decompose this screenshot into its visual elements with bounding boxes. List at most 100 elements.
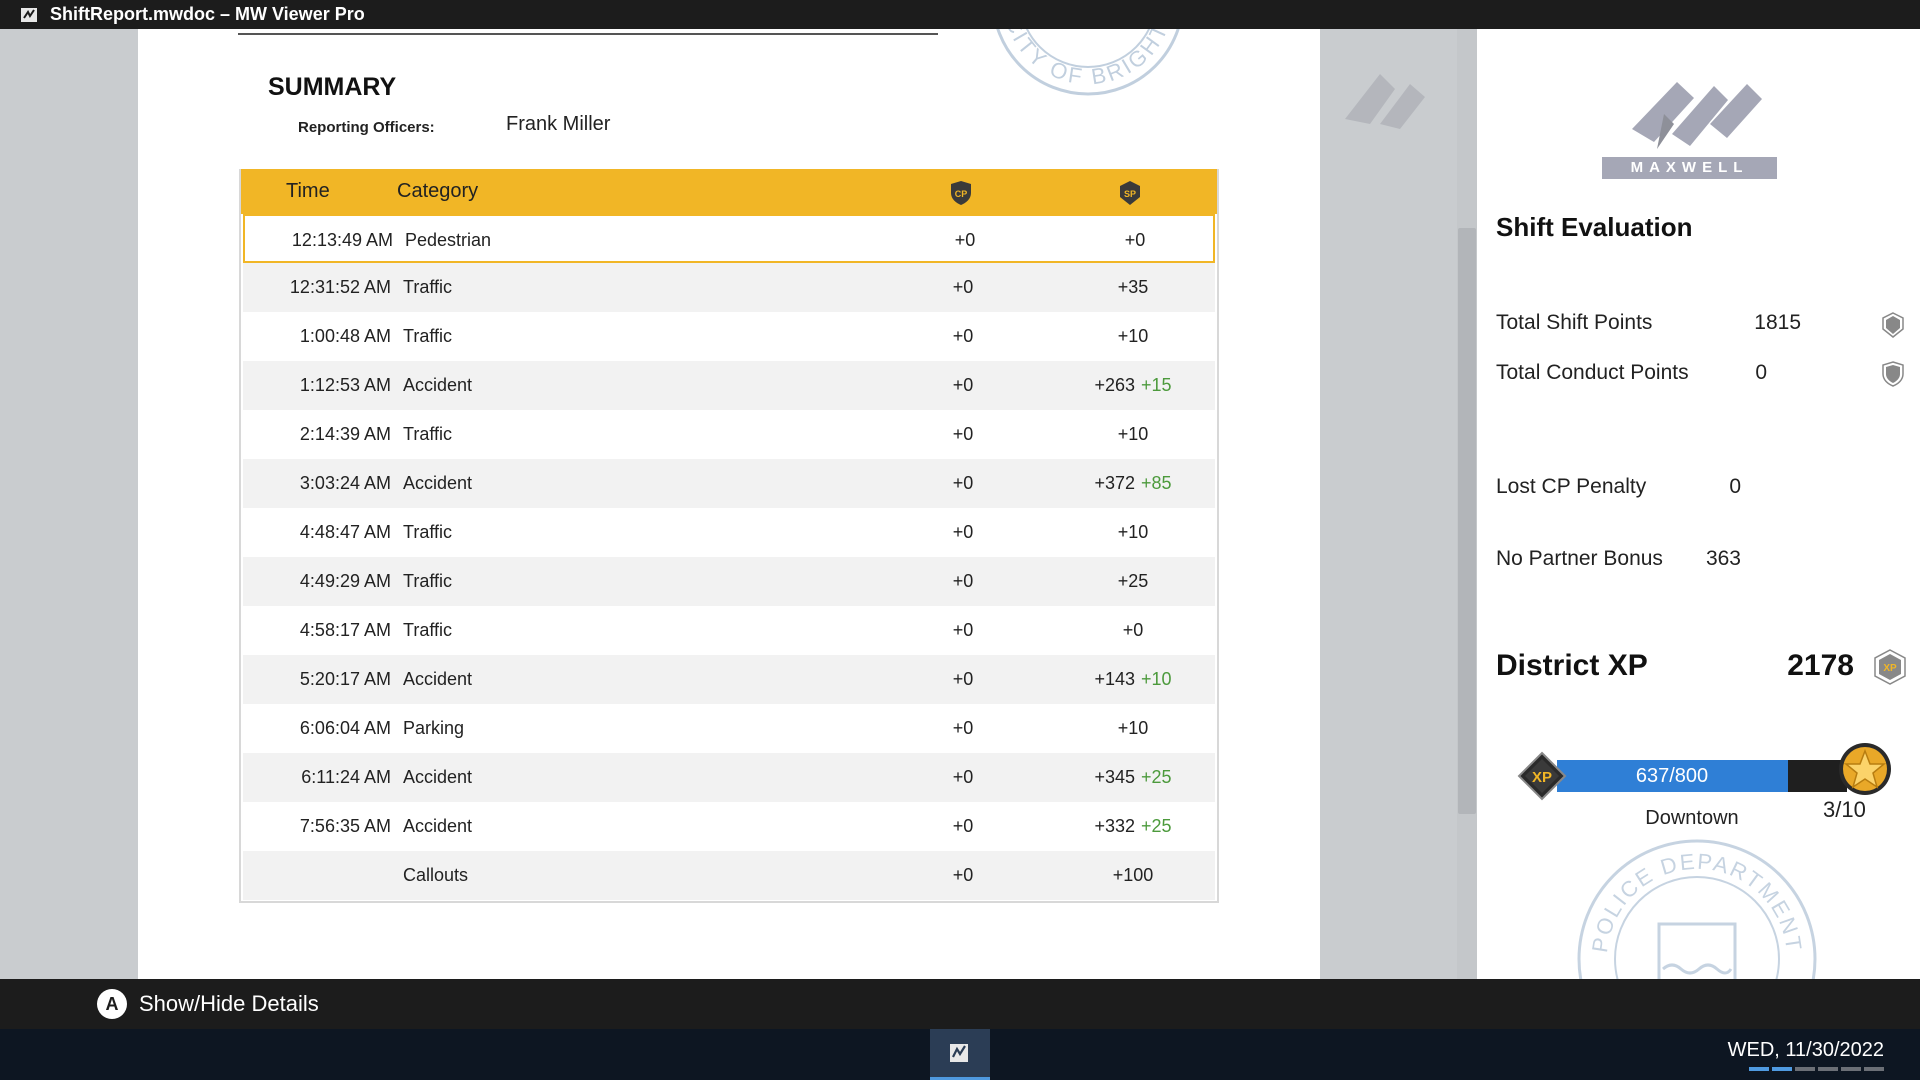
- row-sp: +10: [1073, 410, 1193, 459]
- row-sp-bonus: +85: [1141, 473, 1172, 493]
- row-sp: +263 +15: [1073, 361, 1193, 410]
- page-indicator-dot: [1749, 1067, 1769, 1071]
- row-sp-value: +35: [1117, 277, 1149, 297]
- table-row[interactable]: 4:49:29 AM Traffic +0 +25: [243, 557, 1215, 606]
- title-bar: ShiftReport.mwdoc – MW Viewer Pro: [0, 0, 1920, 29]
- svg-text:POLICE DEPARTMENT: POLICE DEPARTMENT: [1587, 849, 1807, 954]
- row-time: 6:11:24 AM: [301, 767, 391, 787]
- row-cp: +0: [952, 375, 974, 395]
- scrollbar-thumb[interactable]: [1458, 228, 1476, 814]
- row-time: 5:20:17 AM: [299, 669, 391, 689]
- row-sp: +0: [1073, 606, 1193, 655]
- row-cp: +0: [952, 571, 974, 591]
- row-category: Parking: [403, 718, 465, 738]
- table-row[interactable]: 1:12:53 AM Accident +0 +263 +15: [243, 361, 1215, 410]
- row-sp-value: +345: [1094, 767, 1135, 787]
- row-sp-value: +10: [1117, 424, 1149, 444]
- table-row[interactable]: 1:00:48 AM Traffic +0 +10: [243, 312, 1215, 361]
- xp-level-icon: XP: [1517, 751, 1567, 801]
- row-cp: +0: [952, 424, 974, 444]
- row-category: Traffic: [403, 571, 453, 591]
- row-sp-value: +263: [1094, 375, 1135, 395]
- row-sp-bonus: +25: [1141, 816, 1172, 836]
- svg-text:XP: XP: [1883, 663, 1897, 674]
- row-time: 12:13:49 AM: [291, 230, 393, 250]
- taskbar-app-mw-viewer[interactable]: [930, 1029, 990, 1080]
- row-sp-value: +10: [1117, 718, 1149, 738]
- table-row[interactable]: 2:14:39 AM Traffic +0 +10: [243, 410, 1215, 459]
- show-hide-details-button[interactable]: Show/Hide Details: [139, 991, 319, 1017]
- row-sp: +10: [1073, 704, 1193, 753]
- row-sp: +0: [1075, 216, 1195, 265]
- lost-cp-penalty-value: 0: [1729, 475, 1741, 498]
- row-time: 4:49:29 AM: [299, 571, 391, 591]
- left-margin: [0, 29, 138, 979]
- row-sp-value: +10: [1117, 522, 1149, 542]
- row-time: 2:14:39 AM: [299, 424, 391, 444]
- row-time: 4:48:47 AM: [299, 522, 391, 542]
- row-sp-value: +100: [1112, 865, 1154, 885]
- row-time: 3:03:24 AM: [299, 473, 391, 493]
- row-category: Accident: [403, 767, 473, 787]
- row-category: Traffic: [403, 620, 453, 640]
- table-row[interactable]: 12:31:52 AM Traffic +0 +35: [243, 263, 1215, 312]
- no-partner-bonus-label: No Partner Bonus: [1496, 547, 1663, 570]
- svg-text:SP: SP: [1124, 189, 1136, 199]
- row-sp-value: +332: [1094, 816, 1135, 836]
- table-row[interactable]: 12:13:49 AM Pedestrian +0 +0: [243, 214, 1215, 263]
- sp-shield-icon: SP: [1120, 181, 1140, 205]
- district-xp-value: 2178: [1787, 649, 1854, 682]
- row-sp: +25: [1073, 557, 1193, 606]
- total-shift-points-value: 1815: [1754, 311, 1801, 334]
- row-cp: +0: [952, 718, 974, 738]
- table-row[interactable]: 6:11:24 AM Accident +0 +345 +25: [243, 753, 1215, 802]
- row-sp-value: +372: [1094, 473, 1135, 493]
- svg-text:CP: CP: [955, 189, 968, 199]
- row-category: Accident: [403, 473, 473, 493]
- document-page: CITY OF BRIGHTON SUMMARY Reporting Offic…: [138, 29, 1320, 979]
- total-shift-points-label: Total Shift Points: [1496, 311, 1653, 334]
- hint-bar: A Show/Hide Details: [0, 979, 1920, 1029]
- row-time: [243, 851, 391, 900]
- city-seal-watermark: CITY OF BRIGHTON: [983, 29, 1180, 96]
- summary-title: SUMMARY: [268, 73, 397, 101]
- a-button-icon: A: [97, 989, 127, 1019]
- row-category: Pedestrian: [405, 230, 492, 250]
- row-sp: +35: [1073, 263, 1193, 312]
- row-cp: +0: [952, 620, 974, 640]
- table-row[interactable]: Callouts +0 +100: [243, 851, 1215, 900]
- table-row[interactable]: 4:58:17 AM Traffic +0 +0: [243, 606, 1215, 655]
- row-sp: +10: [1073, 508, 1193, 557]
- row-sp-bonus: +25: [1141, 767, 1172, 787]
- table-row[interactable]: 4:48:47 AM Traffic +0 +10: [243, 508, 1215, 557]
- row-category: Callouts: [403, 865, 469, 885]
- table-row[interactable]: 7:56:35 AM Accident +0 +332 +25: [243, 802, 1215, 851]
- row-category: Accident: [403, 375, 473, 395]
- row-sp: +372 +85: [1073, 459, 1193, 508]
- window-title: ShiftReport.mwdoc – MW Viewer Pro: [50, 4, 365, 24]
- no-partner-bonus-value: 363: [1705, 547, 1741, 570]
- district-xp-progress-bar: 637/800: [1557, 760, 1847, 792]
- row-sp-value: +0: [1124, 230, 1146, 250]
- next-page-preview: [1320, 29, 1458, 979]
- row-time: 1:00:48 AM: [299, 326, 391, 346]
- table-row[interactable]: 6:06:04 AM Parking +0 +10: [243, 704, 1215, 753]
- progress-text: 637/800: [1635, 765, 1709, 787]
- reporting-officers-value: Frank Miller: [506, 113, 611, 135]
- reporting-officers-label: Reporting Officers:: [298, 119, 435, 136]
- total-conduct-points-label: Total Conduct Points: [1496, 361, 1689, 384]
- table-row[interactable]: 5:20:17 AM Accident +0 +143 +10: [243, 655, 1215, 704]
- table-row[interactable]: 3:03:24 AM Accident +0 +372 +85: [243, 459, 1215, 508]
- total-conduct-points-value: 0: [1755, 361, 1767, 384]
- district-name: Downtown: [1645, 807, 1739, 829]
- row-cp: +0: [952, 473, 974, 493]
- summary-table: Time Category CP SP 12:13:49 AM Pedestria…: [239, 169, 1219, 903]
- rank-progress-text: 3/10: [1823, 797, 1866, 822]
- taskbar: WED, 11/30/2022: [0, 1029, 1920, 1080]
- maxwell-logo-faded: [1345, 74, 1425, 129]
- page-indicator-dot: [1818, 1067, 1838, 1071]
- rank-star-icon: [1839, 743, 1891, 795]
- row-cp: +0: [954, 230, 976, 250]
- top-rule: [238, 33, 938, 35]
- xp-badge-icon: XP: [1874, 649, 1906, 685]
